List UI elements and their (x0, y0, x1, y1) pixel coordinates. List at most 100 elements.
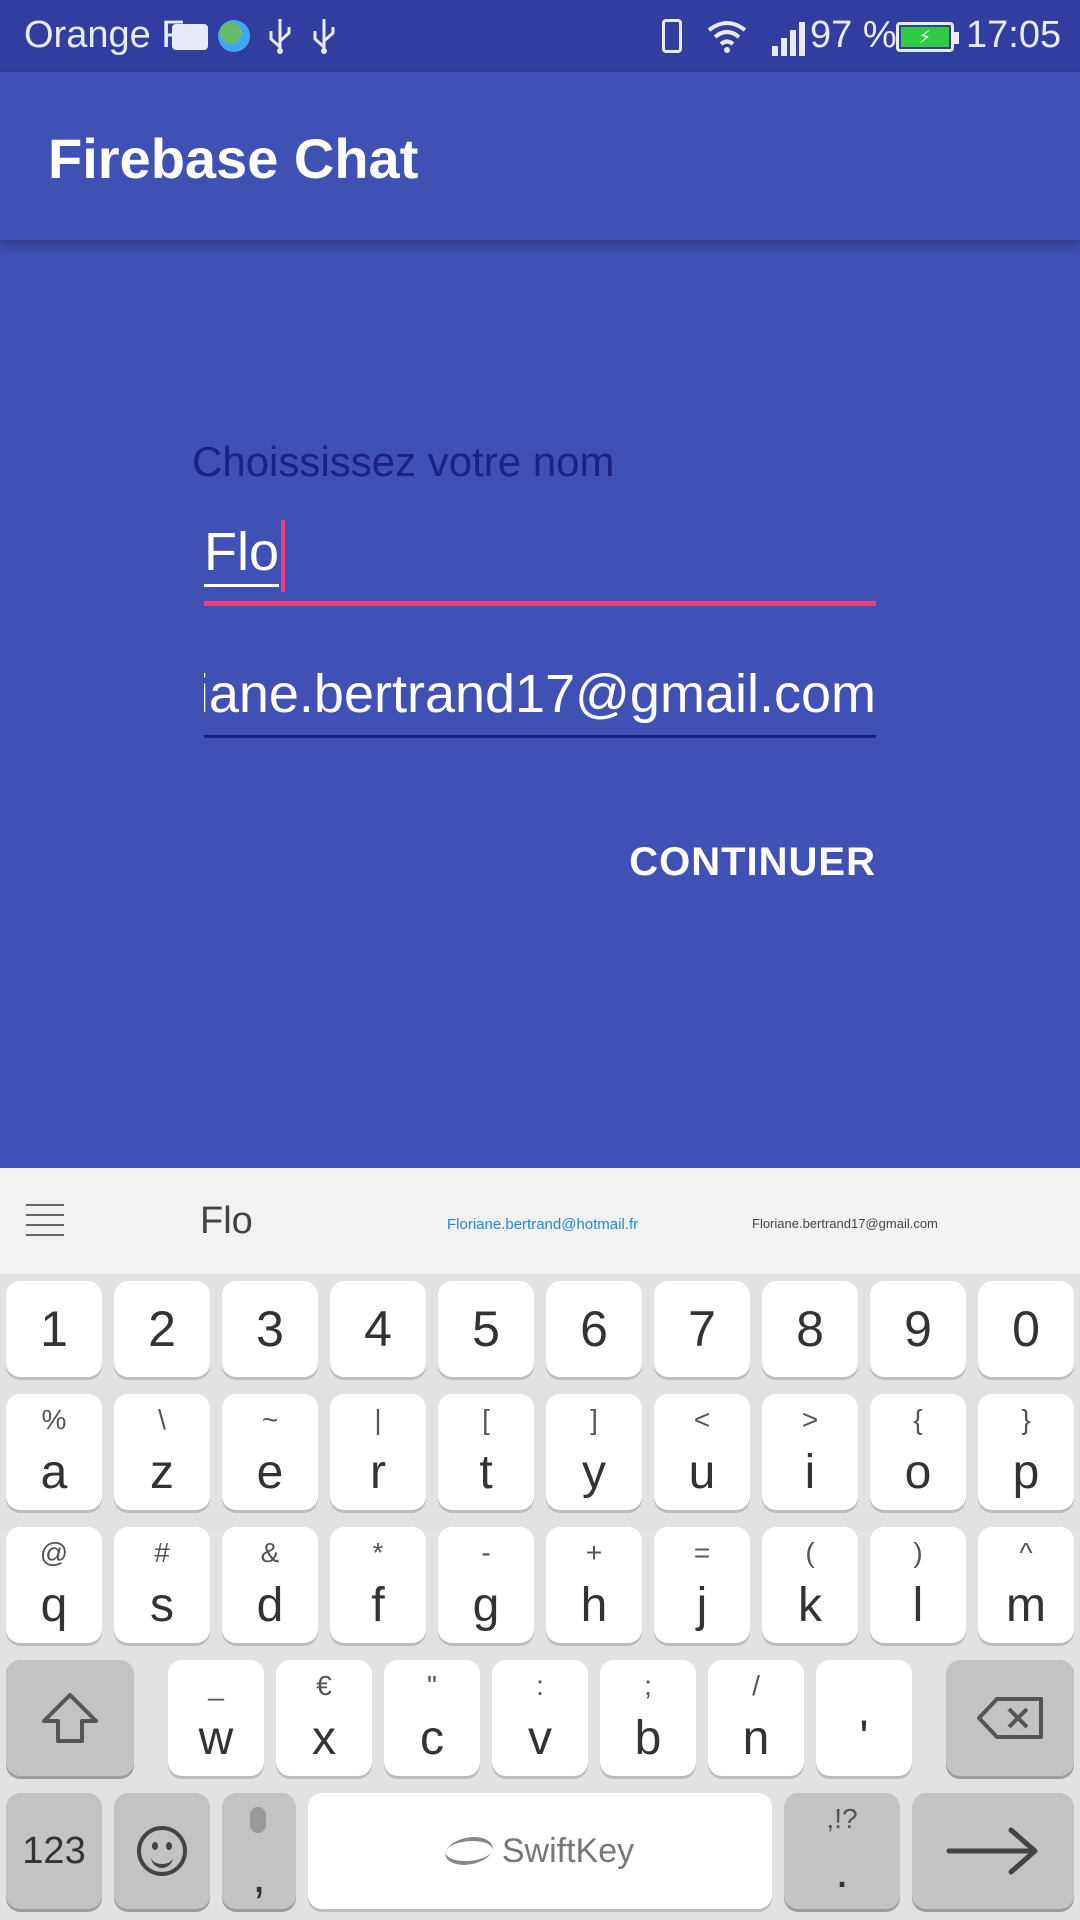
key-v[interactable]: :v (492, 1660, 588, 1776)
shift-key[interactable] (6, 1660, 134, 1776)
suggestion-bar: Flo Floriane.bertrand@hotmail.fr Florian… (0, 1168, 1080, 1274)
key-label: v (528, 1711, 552, 1765)
key-b[interactable]: ; b (600, 1660, 696, 1776)
backspace-key[interactable] (946, 1660, 1074, 1776)
key-8[interactable]: 8 (762, 1281, 858, 1377)
app-bar: Firebase Chat (0, 72, 1080, 240)
key-label: l (912, 1578, 924, 1632)
key-2[interactable]: 2 (114, 1281, 210, 1377)
key-u[interactable]: < u (654, 1394, 750, 1510)
key-alt-label: ) (913, 1537, 923, 1568)
key-0[interactable]: 0 (978, 1281, 1074, 1377)
signal-icon (768, 16, 808, 56)
key-d[interactable]: & d (222, 1527, 318, 1643)
key-apostrophe[interactable]: ' (816, 1660, 912, 1776)
keyboard: Flo Floriane.bertrand@hotmail.fr Florian… (0, 1168, 1080, 1920)
key-l[interactable]: ) l (870, 1527, 966, 1643)
key-alt-label: % (41, 1404, 67, 1435)
key-p[interactable]: } p (978, 1394, 1074, 1510)
key-label: q (40, 1578, 68, 1632)
key-alt-label: : (536, 1670, 544, 1701)
key-z[interactable]: \ z (114, 1394, 210, 1510)
key-label: 6 (580, 1301, 608, 1357)
key-c[interactable]: " c (384, 1660, 480, 1776)
key-label: f (371, 1578, 385, 1632)
enter-key[interactable] (912, 1793, 1074, 1909)
menu-icon[interactable] (26, 1204, 64, 1236)
name-input[interactable]: Flo (204, 520, 876, 606)
key-w[interactable]: _ w (168, 1660, 264, 1776)
key-label: k (798, 1578, 822, 1632)
vibrate-icon (652, 16, 692, 56)
key-n[interactable]: / n (708, 1660, 804, 1776)
key-t[interactable]: [t (438, 1394, 534, 1510)
key-g[interactable]: -g (438, 1527, 534, 1643)
key-i[interactable]: > i (762, 1394, 858, 1510)
key-label: r (370, 1445, 386, 1499)
key-m[interactable]: ^ m (978, 1527, 1074, 1643)
key-label: 0 (1012, 1301, 1040, 1357)
key-label: . (835, 1844, 849, 1898)
key-alt-label: ^ (1019, 1537, 1033, 1568)
email-input-value: iane.bertrand17@gmail.com (204, 664, 876, 724)
key-alt-label: @ (39, 1537, 69, 1568)
continue-button[interactable]: CONTINUER (620, 826, 876, 898)
numbers-key[interactable]: 123 (6, 1793, 102, 1909)
comma-key[interactable]: , (222, 1793, 296, 1909)
key-9[interactable]: 9 (870, 1281, 966, 1377)
suggestion-2[interactable]: Floriane.bertrand@hotmail.fr (447, 1216, 638, 1233)
key-q[interactable]: @ q (6, 1527, 102, 1643)
emoji-key[interactable] (114, 1793, 210, 1909)
battery-charging-icon: ⚡ (896, 22, 959, 52)
key-alt-label: / (752, 1670, 760, 1701)
key-alt-label: # (154, 1537, 170, 1568)
key-label: c (420, 1711, 444, 1765)
key-y[interactable]: ] y (546, 1394, 642, 1510)
usb-icon (262, 16, 298, 56)
name-input-value: Flo (204, 520, 280, 587)
suggestion-3[interactable]: Floriane.bertrand17@gmail.com (752, 1216, 938, 1231)
key-7[interactable]: 7 (654, 1281, 750, 1377)
key-6[interactable]: 6 (546, 1281, 642, 1377)
suggestion-1[interactable]: Flo (200, 1200, 253, 1243)
key-5[interactable]: 5 (438, 1281, 534, 1377)
period-key[interactable]: ,!?. (784, 1793, 900, 1909)
key-r[interactable]: | r (330, 1394, 426, 1510)
key-e[interactable]: ~ e (222, 1394, 318, 1510)
space-bar[interactable]: SwiftKey (308, 1793, 772, 1909)
key-1[interactable]: 1 (6, 1281, 102, 1377)
key-label: o (904, 1445, 932, 1499)
key-alt-label: ] (590, 1404, 598, 1435)
key-alt-label: ,!? (826, 1803, 858, 1834)
key-alt-label: + (585, 1537, 603, 1568)
name-prompt-label: Choississez votre nom (192, 438, 615, 485)
key-s[interactable]: # s (114, 1527, 210, 1643)
key-f[interactable]: * f (330, 1527, 426, 1643)
key-alt-label: [ (482, 1404, 490, 1435)
key-label: 9 (904, 1301, 932, 1357)
key-label: 3 (256, 1301, 284, 1357)
swiftkey-logo-icon (440, 1837, 497, 1865)
key-x[interactable]: € x (276, 1660, 372, 1776)
key-4[interactable]: 4 (330, 1281, 426, 1377)
key-o[interactable]: {o (870, 1394, 966, 1510)
app-title: Firebase Chat (48, 127, 419, 190)
key-label: a (40, 1445, 68, 1499)
arrow-right-icon (946, 1827, 1038, 1875)
key-alt-label: ( (805, 1537, 815, 1568)
key-a[interactable]: % a (6, 1394, 102, 1510)
key-label: ' (859, 1711, 869, 1765)
key-alt-label: ~ (261, 1404, 279, 1435)
key-j[interactable]: = j (654, 1527, 750, 1643)
swiftkey-brand: SwiftKey (501, 1831, 635, 1870)
key-h[interactable]: + h (546, 1527, 642, 1643)
key-k[interactable]: (k (762, 1527, 858, 1643)
carrier-name: Orange F (24, 14, 185, 56)
key-label: h (580, 1578, 608, 1632)
status-bar: Orange F 97 % ⚡ 17:05 (0, 0, 1080, 72)
key-3[interactable]: 3 (222, 1281, 318, 1377)
key-label: 7 (688, 1301, 716, 1357)
email-input[interactable]: iane.bertrand17@gmail.com (204, 658, 876, 738)
key-label: , (252, 1849, 266, 1903)
key-label: t (479, 1445, 493, 1499)
